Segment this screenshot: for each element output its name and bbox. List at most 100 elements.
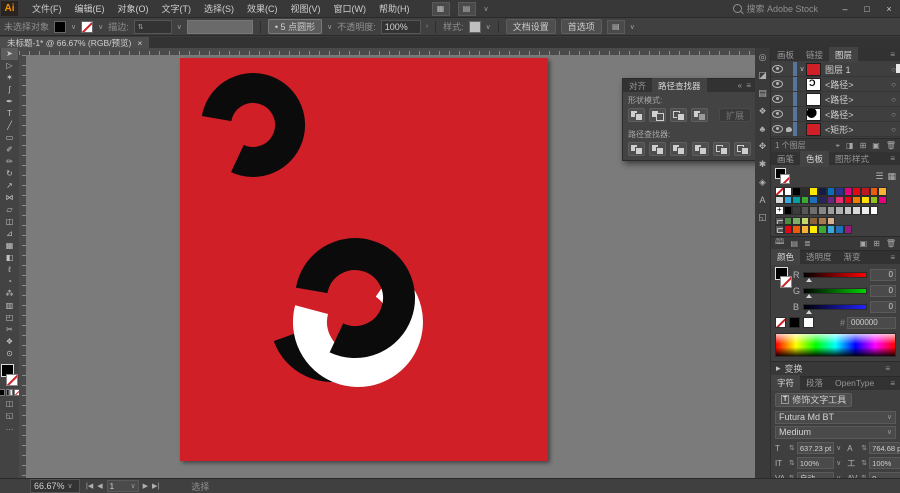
color-button[interactable] xyxy=(0,389,5,396)
unite-button[interactable] xyxy=(628,108,645,122)
opacity-more-arrow[interactable]: › xyxy=(426,23,428,30)
swatch-options-icon[interactable]: ≣ xyxy=(804,239,811,248)
layer-name[interactable]: 图层 1 xyxy=(825,63,851,76)
swatch[interactable] xyxy=(784,187,793,196)
crop-button[interactable] xyxy=(692,142,709,156)
tool-button[interactable]: ▱ xyxy=(1,204,18,216)
leading-value[interactable]: 764.68 pt xyxy=(869,442,900,454)
layer-thumbnail[interactable] xyxy=(806,78,821,91)
divide-button[interactable] xyxy=(628,142,645,156)
minus-back-button[interactable] xyxy=(734,142,751,156)
tab-color[interactable]: 颜色 xyxy=(771,249,800,265)
swatch[interactable] xyxy=(775,217,784,226)
expand-chevron-icon[interactable]: ▸ xyxy=(776,363,781,374)
arrange-documents-icon[interactable]: ▦ xyxy=(432,2,450,16)
panel-menu-icon[interactable]: ≡ xyxy=(890,253,900,262)
panel-menu-icon[interactable]: ≡ xyxy=(885,364,895,373)
swatch[interactable] xyxy=(809,217,818,226)
layer-name[interactable]: <路径> xyxy=(825,78,854,91)
panel-toggle-arrow[interactable]: ∨ xyxy=(630,23,635,31)
font-family-field[interactable]: Futura Md BT ∨ xyxy=(775,411,896,424)
swatch[interactable] xyxy=(870,206,879,215)
menu-item[interactable]: 窗口(W) xyxy=(328,0,373,17)
menu-item[interactable]: 效果(C) xyxy=(241,0,284,17)
maximize-button[interactable]: □ xyxy=(856,1,878,17)
layer-row[interactable]: <矩形> ○ xyxy=(771,122,900,137)
swatch[interactable] xyxy=(792,206,801,215)
menu-item[interactable]: 文件(F) xyxy=(26,0,68,17)
menu-item[interactable]: 视图(V) xyxy=(285,0,327,17)
swatch[interactable] xyxy=(852,196,861,205)
minus-front-button[interactable] xyxy=(649,108,666,122)
font-size-field[interactable]: T ⇅ 637.23 pt ∨ xyxy=(775,442,841,454)
new-color-group-icon[interactable]: ▣ xyxy=(860,239,868,248)
width-profile-field[interactable] xyxy=(187,20,253,34)
swatch[interactable] xyxy=(861,206,870,215)
swatch[interactable] xyxy=(818,225,827,234)
swatch[interactable] xyxy=(878,187,887,196)
tab-pathfinder[interactable]: 路径查找器 xyxy=(652,78,707,94)
layer-thumbnail[interactable] xyxy=(806,123,821,136)
intersect-button[interactable] xyxy=(670,108,687,122)
vertical-scale-field[interactable]: IT ⇅ 100% ∨ xyxy=(775,457,841,469)
swatch[interactable] xyxy=(792,196,801,205)
clipping-mask-icon[interactable]: ◨ xyxy=(846,141,854,150)
tool-button[interactable]: ❖ xyxy=(1,336,18,348)
tool-button[interactable]: ➤ xyxy=(1,48,18,60)
layer-name[interactable]: <路径> xyxy=(825,93,854,106)
swatch[interactable] xyxy=(801,187,810,196)
swatch[interactable] xyxy=(792,225,801,234)
trim-button[interactable] xyxy=(649,142,666,156)
tool-button[interactable]: ⊿ xyxy=(1,228,18,240)
stepper-icon[interactable]: ⇅ xyxy=(789,459,795,467)
tool-button[interactable]: ✒ xyxy=(1,96,18,108)
tool-button[interactable]: ◰ xyxy=(1,312,18,324)
menu-item[interactable]: 对象(O) xyxy=(112,0,155,17)
tool-button[interactable]: ⊙ xyxy=(1,348,18,360)
swatch[interactable] xyxy=(844,206,853,215)
dock-panel-icon[interactable]: ✥ xyxy=(759,141,767,152)
first-artboard-icon[interactable]: |◀ xyxy=(86,482,93,490)
tab-graphic-styles[interactable]: 图形样式 xyxy=(829,151,875,167)
swatches-fill-stroke-proxy[interactable] xyxy=(775,168,791,184)
tool-button[interactable]: ▥ xyxy=(1,300,18,312)
stroke-weight-arrow[interactable]: ∨ xyxy=(177,23,182,31)
layer-name[interactable]: <路径> xyxy=(825,108,854,121)
dock-panel-icon[interactable]: ♣ xyxy=(760,124,766,134)
color-fill-stroke-proxy[interactable] xyxy=(775,267,793,291)
menu-item[interactable]: 帮助(H) xyxy=(373,0,416,17)
vertical-scale-arrow[interactable]: ∨ xyxy=(836,459,841,467)
font-size-value[interactable]: 637.23 pt xyxy=(797,442,834,454)
font-size-arrow[interactable]: ∨ xyxy=(836,444,841,452)
tool-button[interactable]: ⋈ xyxy=(1,192,18,204)
swatch[interactable] xyxy=(818,187,827,196)
font-style-field[interactable]: Medium ∨ xyxy=(775,426,896,439)
new-swatch-icon[interactable]: ⊞ xyxy=(873,239,880,248)
swatch[interactable] xyxy=(844,187,853,196)
document-setup-button[interactable]: 文档设置 xyxy=(506,19,556,34)
layer-target-icon[interactable]: ○ xyxy=(891,65,896,74)
zoom-field[interactable]: 66.67% ∨ xyxy=(30,479,80,493)
artwork-canvas[interactable] xyxy=(180,58,548,461)
swatch-libraries-icon[interactable]: 🕮 xyxy=(775,236,784,250)
dock-panel-icon[interactable]: ◈ xyxy=(759,177,766,188)
artboard-navigation-field[interactable]: 1 ∨ xyxy=(107,480,139,492)
swatch[interactable] xyxy=(835,187,844,196)
tool-button[interactable]: ↗ xyxy=(1,180,18,192)
workspace-icon[interactable]: ▤ xyxy=(458,2,476,16)
leading-field[interactable]: A ⇅ 764.68 pt ∨ xyxy=(847,442,900,454)
layer-thumbnail[interactable] xyxy=(806,93,821,106)
none-swatch[interactable] xyxy=(775,317,786,328)
stepper-icon[interactable]: ⇅ xyxy=(138,23,144,31)
tab-swatches[interactable]: 色板 xyxy=(800,151,829,167)
style-dropdown-arrow[interactable]: ∨ xyxy=(486,23,491,31)
tool-button[interactable]: ◫ xyxy=(1,216,18,228)
layer-target-icon[interactable]: ○ xyxy=(891,95,896,104)
swatch[interactable] xyxy=(801,217,810,226)
delete-layer-icon[interactable]: 🗑 xyxy=(886,141,896,150)
stepper-icon[interactable]: ⇅ xyxy=(861,459,867,467)
stroke-dropdown-arrow[interactable]: ∨ xyxy=(98,23,103,31)
swatch[interactable] xyxy=(801,196,810,205)
swatch[interactable] xyxy=(809,206,818,215)
slider-thumb-icon[interactable] xyxy=(806,294,812,298)
